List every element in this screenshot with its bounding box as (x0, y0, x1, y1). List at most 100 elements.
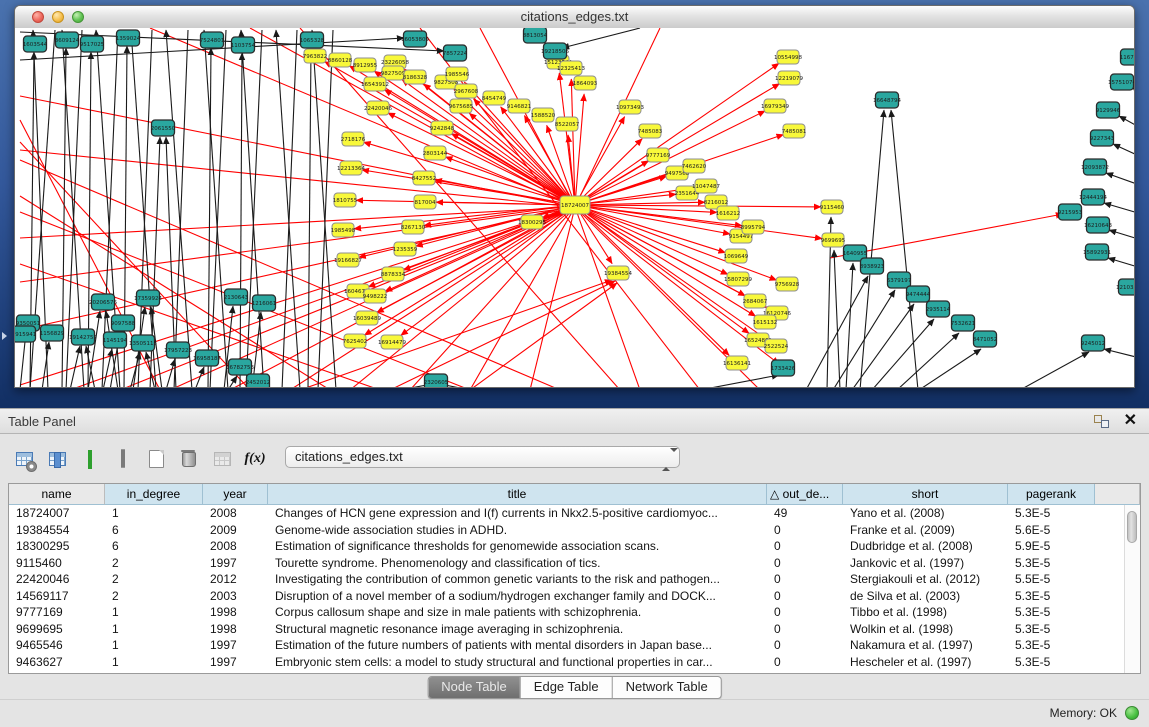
network-node-yellow[interactable] (725, 249, 747, 263)
network-node-teal[interactable] (104, 332, 127, 348)
network-node-yellow[interactable] (394, 242, 416, 256)
network-node-yellow[interactable] (455, 84, 477, 98)
network-node-teal[interactable] (888, 272, 911, 288)
column-header-name[interactable]: name (9, 484, 105, 505)
table-cell[interactable]: 2 (105, 588, 203, 605)
table-cell[interactable]: 1 (105, 505, 203, 522)
network-node-teal[interactable] (1086, 244, 1109, 260)
table-cell[interactable]: 2008 (203, 505, 268, 522)
table-cell[interactable]: 5.3E-5 (1008, 654, 1095, 671)
network-node-teal[interactable] (247, 374, 270, 387)
column-header-in_degree[interactable]: in_degree (105, 484, 203, 505)
network-node-teal[interactable] (81, 36, 104, 52)
table-row[interactable]: 2242004622012Investigating the contribut… (9, 571, 1140, 588)
network-node-teal[interactable] (1087, 217, 1110, 233)
table-cell[interactable]: 5.9E-5 (1008, 538, 1095, 555)
network-node-yellow[interactable] (742, 220, 764, 234)
network-node-yellow[interactable] (342, 132, 364, 146)
network-node-yellow[interactable] (560, 196, 590, 214)
network-node-yellow[interactable] (431, 121, 453, 135)
table-cell[interactable]: 18724007 (9, 505, 105, 522)
network-node-yellow[interactable] (521, 215, 543, 229)
column-header-pagerank[interactable]: pagerank (1008, 484, 1095, 505)
network-node-yellow[interactable] (404, 70, 426, 84)
table-cell[interactable]: 2008 (203, 538, 268, 555)
table-cell[interactable]: 14569117 (9, 588, 105, 605)
network-node-yellow[interactable] (483, 91, 505, 105)
network-node-yellow[interactable] (446, 67, 468, 81)
rows-button[interactable] (109, 446, 137, 472)
network-node-yellow[interactable] (765, 339, 787, 353)
table-cell[interactable]: 1 (105, 604, 203, 621)
network-node-teal[interactable] (772, 360, 795, 376)
network-node-yellow[interactable] (450, 99, 472, 113)
table-cell[interactable]: 1998 (203, 621, 268, 638)
table-cell[interactable]: 5.3E-5 (1008, 621, 1095, 638)
table-cell[interactable]: 1997 (203, 637, 268, 654)
network-node-teal[interactable] (404, 31, 427, 47)
network-node-teal[interactable] (907, 286, 930, 302)
network-node-teal[interactable] (92, 294, 115, 310)
table-cell[interactable]: 0 (767, 522, 843, 539)
table-mode-button[interactable] (10, 446, 38, 472)
network-node-yellow[interactable] (334, 193, 356, 207)
network-node-teal[interactable] (132, 335, 155, 351)
network-node-yellow[interactable] (329, 53, 351, 67)
network-node-yellow[interactable] (413, 171, 435, 185)
table-cell[interactable]: 2003 (203, 588, 268, 605)
network-node-yellow[interactable] (639, 124, 661, 138)
table-row[interactable]: 1938455462009Genome-wide association stu… (9, 522, 1140, 539)
network-node-teal[interactable] (137, 290, 160, 306)
table-row[interactable]: 969969511998Structural magnetic resonanc… (9, 621, 1140, 638)
network-node-yellow[interactable] (727, 272, 749, 286)
network-node-yellow[interactable] (304, 49, 326, 63)
network-node-teal[interactable] (41, 325, 64, 341)
network-node-yellow[interactable] (822, 233, 844, 247)
network-node-teal[interactable] (24, 36, 47, 52)
table-cell[interactable]: 0 (767, 621, 843, 638)
network-node-yellow[interactable] (619, 100, 641, 114)
table-cell[interactable]: Embryonic stem cells: a model to study s… (268, 654, 767, 671)
network-node-yellow[interactable] (382, 267, 404, 281)
table-cell[interactable]: 6 (105, 522, 203, 539)
table-cell[interactable]: 5.3E-5 (1008, 604, 1095, 621)
network-window[interactable]: citations_edges.txt 18724007183002951512… (14, 5, 1135, 388)
network-node-yellow[interactable] (717, 206, 739, 220)
network-node-yellow[interactable] (340, 161, 362, 175)
network-node-yellow[interactable] (508, 99, 530, 113)
network-node-yellow[interactable] (821, 200, 843, 214)
table-row[interactable]: 1830029562008Estimation of significance … (9, 538, 1140, 555)
table-cell[interactable]: Franke et al. (2009) (843, 522, 1008, 539)
network-window-titlebar[interactable]: citations_edges.txt (15, 6, 1134, 29)
column-header-title[interactable]: title (268, 484, 767, 505)
column-header-year[interactable]: year (203, 484, 268, 505)
column-header-short[interactable]: short (843, 484, 1008, 505)
network-node-yellow[interactable] (424, 146, 446, 160)
network-node-teal[interactable] (1097, 102, 1120, 118)
network-node-yellow[interactable] (778, 71, 800, 85)
memory-status-indicator[interactable] (1125, 706, 1139, 720)
network-node-yellow[interactable] (356, 311, 378, 325)
table-row[interactable]: 977716911998Corpus callosum shape and si… (9, 604, 1140, 621)
network-node-yellow[interactable] (574, 76, 596, 90)
table-cell[interactable]: 0 (767, 588, 843, 605)
table-cell[interactable]: 22420046 (9, 571, 105, 588)
network-node-teal[interactable] (1091, 130, 1114, 146)
network-node-teal[interactable] (544, 43, 567, 59)
network-node-yellow[interactable] (556, 117, 578, 131)
network-node-yellow[interactable] (560, 61, 582, 75)
network-node-teal[interactable] (301, 32, 324, 48)
table-cell[interactable]: 9777169 (9, 604, 105, 621)
network-node-teal[interactable] (1111, 74, 1134, 90)
network-node-yellow[interactable] (532, 108, 554, 122)
table-cell[interactable]: 5.6E-5 (1008, 522, 1095, 539)
table-cell[interactable]: Dudbridge et al. (2008) (843, 538, 1008, 555)
vertical-scrollbar[interactable] (1124, 505, 1140, 673)
table-cell[interactable]: 5.3E-5 (1008, 505, 1095, 522)
network-node-teal[interactable] (232, 37, 255, 53)
network-node-yellow[interactable] (764, 99, 786, 113)
network-node-yellow[interactable] (683, 159, 705, 173)
table-cell[interactable]: Stergiakouli et al. (2012) (843, 571, 1008, 588)
table-cell[interactable]: 0 (767, 654, 843, 671)
function-builder-button[interactable]: f(x) (241, 446, 269, 472)
